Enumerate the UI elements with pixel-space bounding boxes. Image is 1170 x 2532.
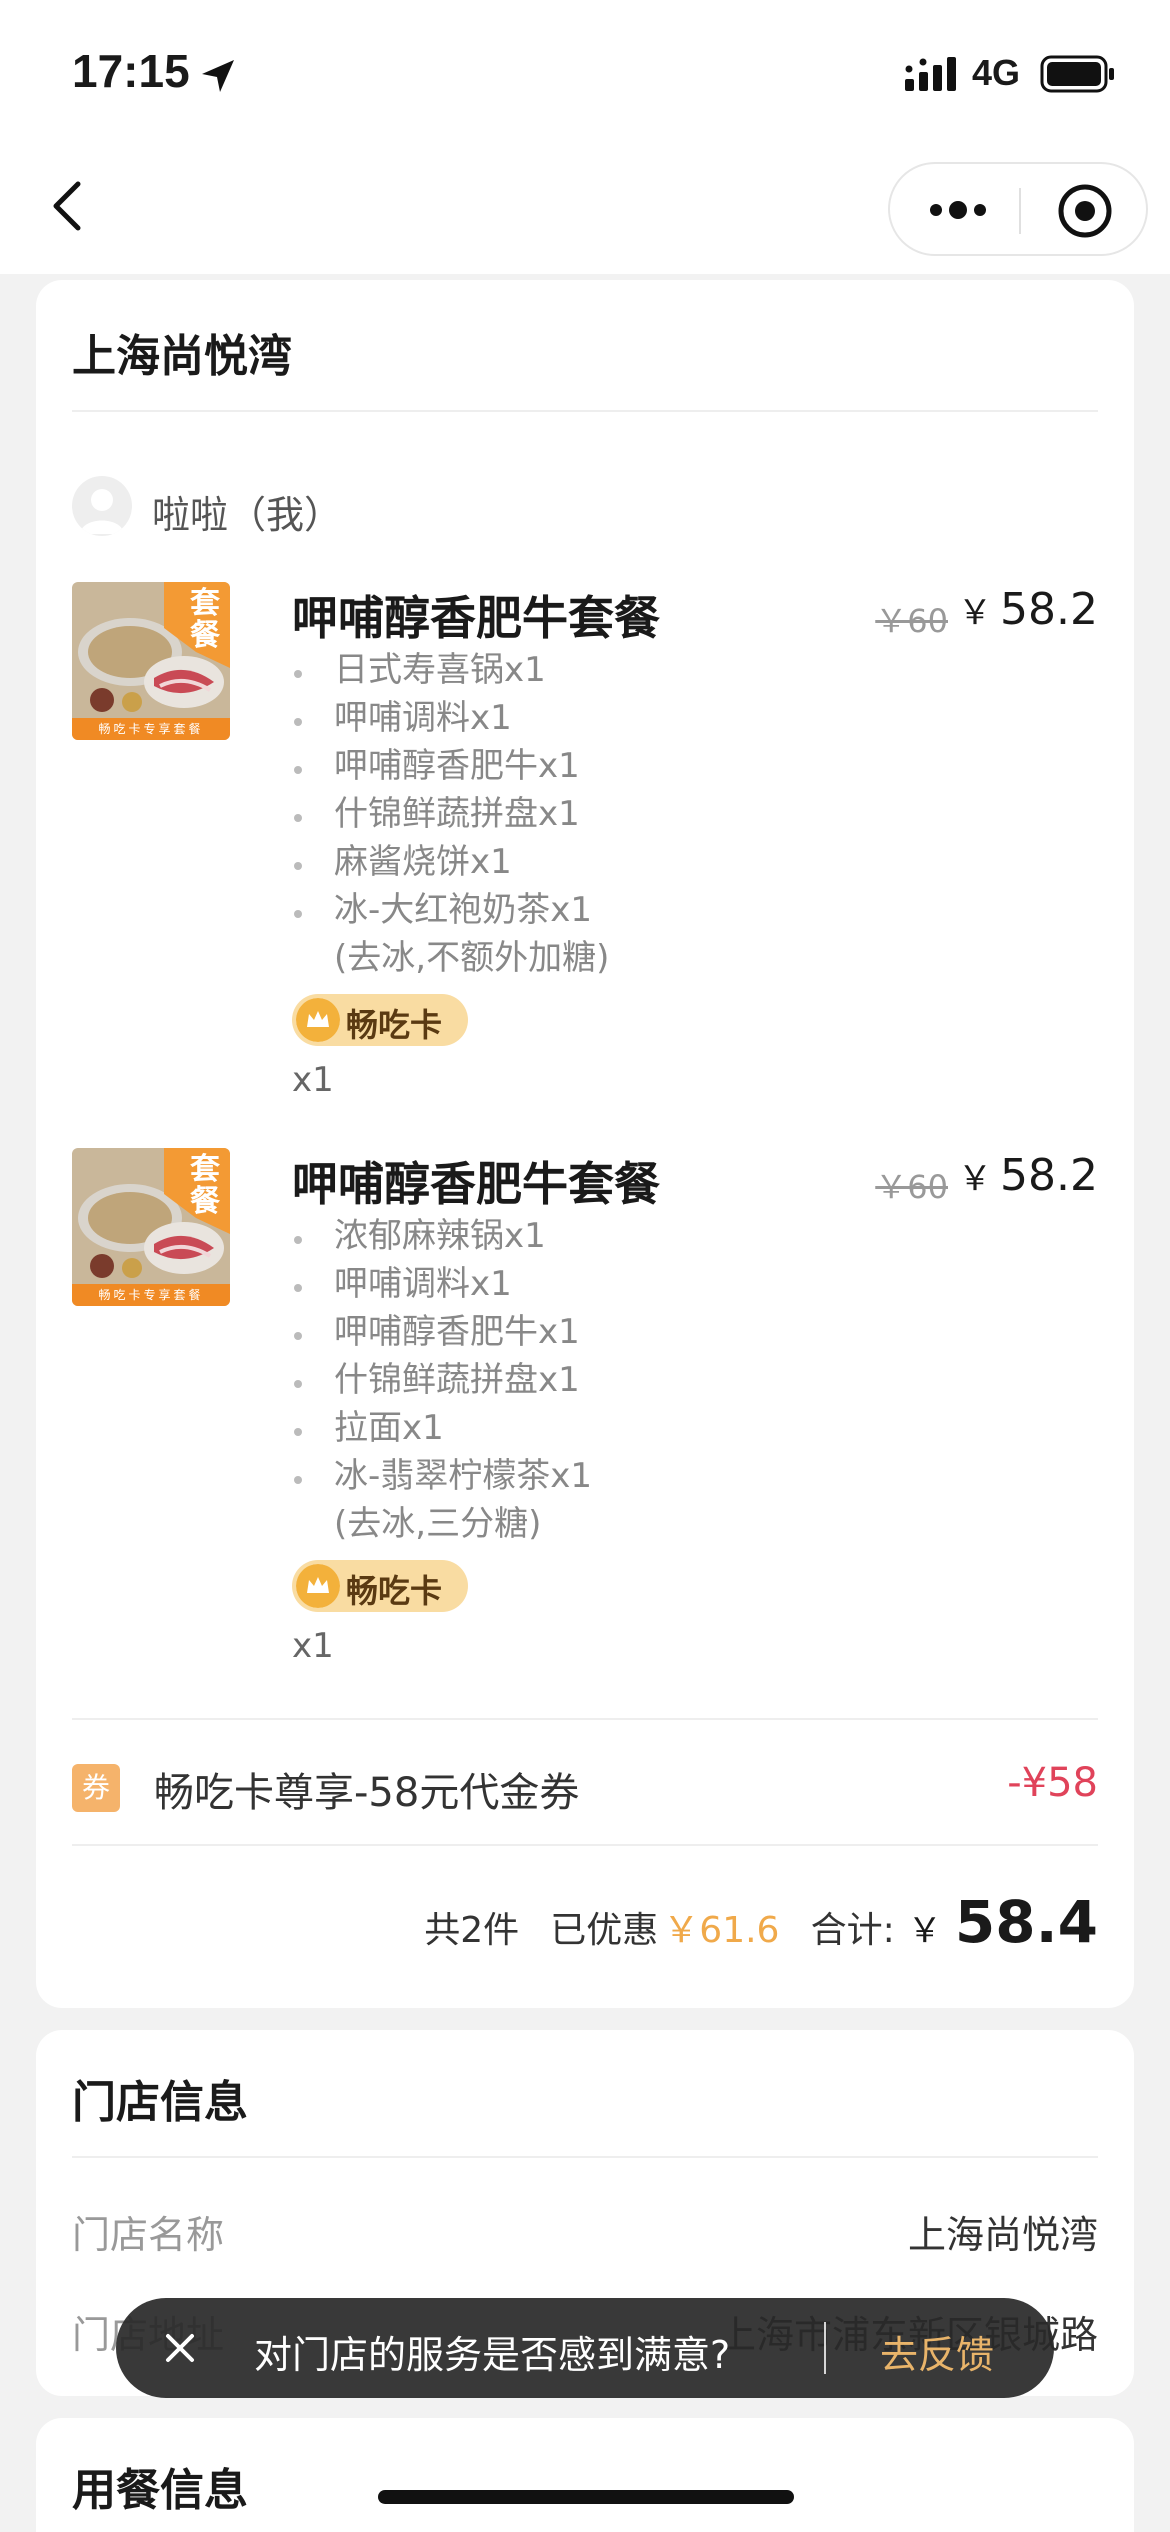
price-value: 58.2 [1000,1150,1098,1201]
dining-info-title: 用餐信息 [72,2465,248,2516]
order-summary: 共2件 已优惠 ￥61.6 合计: ￥ 58.4 [424,1888,1098,1958]
set-meal-image-label: 套餐 [190,1152,220,1219]
discount-value: ￥61.6 [663,1910,780,1951]
order-item: 套餐 畅吃卡专享套餐 呷哺醇香肥牛套餐 ￥60 ￥ 58.2 浓郁麻辣锅x1 呷哺… [72,1148,1098,1678]
set-meal-image-caption: 畅吃卡专享套餐 [98,1288,204,1302]
list-item: 呷哺醇香肥牛x1 [292,1308,592,1356]
vip-card-label: 畅吃卡 [346,1572,443,1610]
store-name-value: 上海尚悦湾 [907,2213,1098,2257]
original-price: ￥60 [875,1168,948,1206]
close-icon[interactable] [160,2328,200,2368]
item-note: (去冰,三分糖) [334,1504,542,1544]
dining-info-card: 用餐信息 [36,2418,1134,2532]
miniprogram-capsule [888,162,1148,256]
back-arrow-icon[interactable] [40,176,100,236]
divider [72,2156,1098,2158]
current-price: ￥ 58.2 [958,584,1098,635]
set-meal-image: 套餐 畅吃卡专享套餐 [72,582,230,740]
list-item: 麻酱烧饼x1 [292,838,609,886]
feedback-toast: 对门店的服务是否感到满意? 去反馈 [116,2298,1054,2398]
divider [72,410,1098,412]
user-name: 啦啦（我） [152,493,343,537]
network-type: 4G [972,52,1021,93]
price-value: 58.2 [1000,584,1098,635]
crown-icon [296,1564,340,1608]
total-value: 58.4 [954,1888,1098,1956]
home-indicator [378,2490,794,2504]
feedback-question: 对门店的服务是否感到满意? [254,2333,731,2377]
toast-divider [824,2322,826,2374]
list-item: 冰-大红袍奶茶x1 [292,886,609,934]
item-quantity: x1 [292,1626,334,1666]
item-note: (去冰,不额外加糖) [334,938,610,978]
discount-label: 已优惠 [550,1910,659,1951]
item-quantity: x1 [292,1060,334,1100]
current-price: ￥ 58.2 [958,1150,1098,1201]
sub-item-list: 日式寿喜锅x1 呷哺调料x1 呷哺醇香肥牛x1 什锦鲜蔬拼盘x1 麻酱烧饼x1 … [292,646,609,982]
order-card: 上海尚悦湾 啦啦（我） 套餐 畅吃卡专享套餐 呷哺醇香肥牛套餐 ￥60 ￥ 58… [36,280,1134,2008]
list-item: 拉面x1 [292,1404,592,1452]
order-item: 套餐 畅吃卡专享套餐 呷哺醇香肥牛套餐 ￥60 ￥ 58.2 日式寿喜锅x1 呷哺… [72,582,1098,1112]
crown-icon [296,998,340,1042]
coupon-text: 畅吃卡尊享-58元代金券 [154,1770,580,1816]
more-options-icon[interactable] [926,188,990,232]
store-name-label: 门店名称 [72,2213,225,2257]
feedback-button[interactable]: 去反馈 [880,2324,994,2379]
coupon-row: 券 畅吃卡尊享-58元代金券 -¥58 [72,1756,1098,1816]
avatar [72,476,132,536]
price-symbol: ￥ [958,1159,993,1199]
list-item: 什锦鲜蔬拼盘x1 [292,1356,592,1404]
list-item: 日式寿喜锅x1 [292,646,609,694]
list-item: 呷哺醇香肥牛x1 [292,742,609,790]
vip-card-label: 畅吃卡 [346,1006,443,1044]
original-price: ￥60 [875,602,948,640]
list-item: 什锦鲜蔬拼盘x1 [292,790,609,838]
status-time: 17:15 [72,45,190,97]
store-info-title: 门店信息 [72,2077,248,2128]
list-item: 冰-翡翠柠檬茶x1 [292,1452,592,1500]
coupon-amount: -¥58 [1007,1760,1098,1806]
coupon-tag-icon: 券 [72,1764,120,1812]
list-item: 呷哺调料x1 [292,694,609,742]
set-meal-image-caption: 畅吃卡专享套餐 [98,722,204,736]
item-name: 呷哺醇香肥牛套餐 [292,591,660,645]
user-avatar-icon [80,489,124,534]
price-symbol: ￥ [958,593,993,633]
sub-item-list: 浓郁麻辣锅x1 呷哺调料x1 呷哺醇香肥牛x1 什锦鲜蔬拼盘x1 拉面x1 冰-… [292,1212,592,1548]
item-name: 呷哺醇香肥牛套餐 [292,1157,660,1211]
divider [72,1718,1098,1720]
store-name-title: 上海尚悦湾 [72,331,292,382]
list-item: 浓郁麻辣锅x1 [292,1212,592,1260]
divider [72,1844,1098,1846]
list-item: 呷哺调料x1 [292,1260,592,1308]
store-name-row: 门店名称 上海尚悦湾 [72,2200,1098,2260]
total-label: 合计: [810,1910,895,1951]
close-miniprogram-icon[interactable] [1056,182,1114,240]
location-arrow-icon [202,60,234,92]
item-count: 共2件 [424,1910,520,1951]
set-meal-image-label: 套餐 [190,586,220,653]
set-meal-image: 套餐 畅吃卡专享套餐 [72,1148,230,1306]
nav-bar [0,150,1170,274]
status-bar: 17:15 4G [0,0,1170,150]
vip-card-badge: 畅吃卡 [292,1560,468,1612]
battery-icon [1040,55,1114,93]
total-symbol: ￥ [907,1911,942,1951]
vip-card-badge: 畅吃卡 [292,994,468,1046]
capsule-divider [1019,188,1021,234]
cellular-signal-icon [905,57,956,91]
